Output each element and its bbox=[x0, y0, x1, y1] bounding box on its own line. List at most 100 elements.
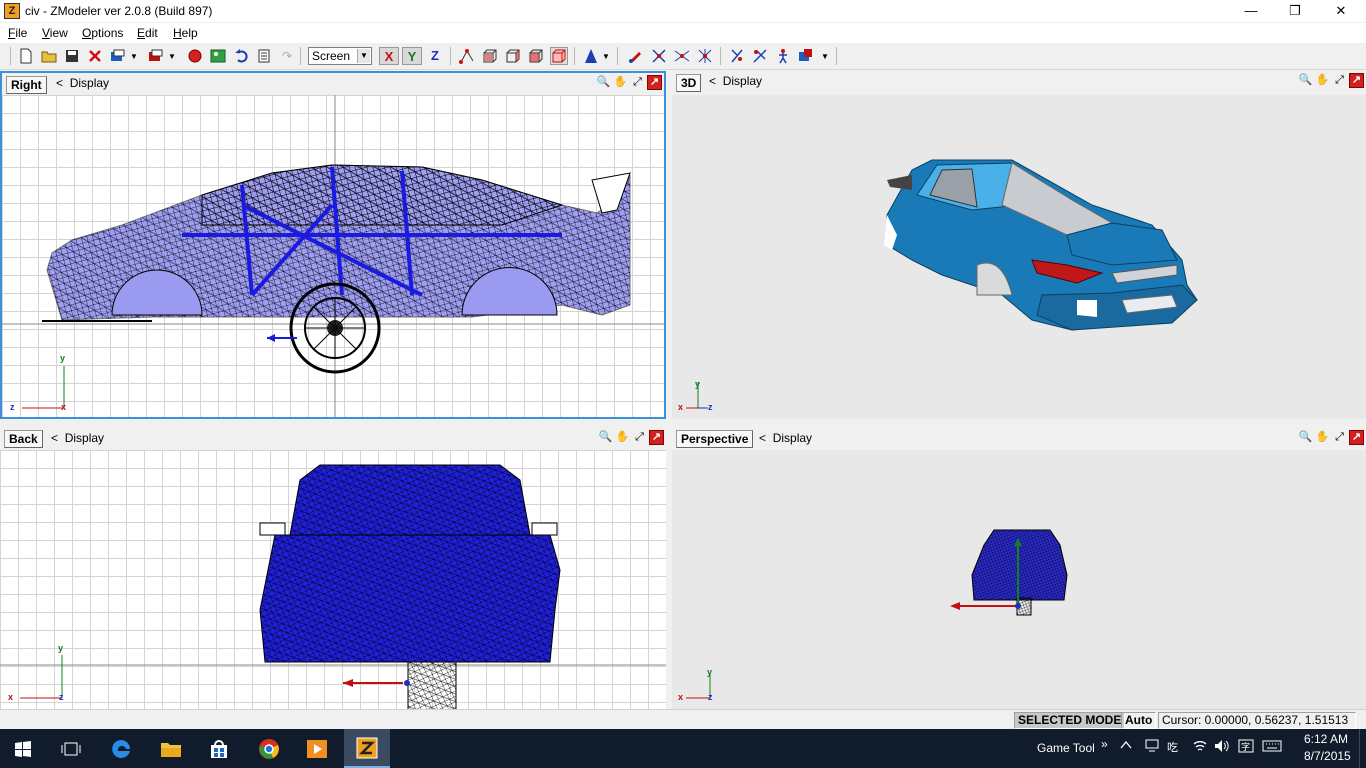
show-desktop-button[interactable] bbox=[1359, 729, 1366, 768]
zoom-icon[interactable]: 🔍 bbox=[598, 430, 613, 445]
viewport-canvas[interactable]: y z x bbox=[2, 95, 664, 417]
new-file-icon[interactable] bbox=[17, 47, 35, 65]
start-button[interactable] bbox=[0, 729, 46, 768]
file-explorer-icon[interactable] bbox=[148, 729, 194, 768]
selected-mode-indicator[interactable]: SELECTED MODE bbox=[1014, 712, 1126, 729]
store-icon[interactable] bbox=[196, 729, 242, 768]
keyboard-icon[interactable] bbox=[1262, 739, 1282, 756]
maximize-viewport-icon[interactable]: ↗ bbox=[1349, 430, 1364, 445]
zoom-extents-icon[interactable]: ⤢ bbox=[1332, 73, 1347, 88]
language-icon[interactable]: 字 bbox=[1238, 739, 1254, 756]
zoom-extents-icon[interactable]: ⤢ bbox=[1332, 430, 1347, 445]
select-cube-icon[interactable] bbox=[504, 47, 522, 65]
undo-icon[interactable] bbox=[232, 47, 250, 65]
pan-hand-icon[interactable]: ✋ bbox=[1315, 73, 1330, 88]
ime-icon[interactable]: 吃 bbox=[1167, 739, 1183, 756]
auto-indicator[interactable]: Auto bbox=[1121, 712, 1157, 729]
toolbar-chevron-icon[interactable]: » bbox=[1101, 737, 1108, 751]
viewport-canvas[interactable]: y z x bbox=[0, 450, 666, 709]
wifi-icon[interactable] bbox=[1192, 739, 1208, 756]
maximize-viewport-icon[interactable]: ↗ bbox=[1349, 73, 1364, 88]
zoom-extents-icon[interactable]: ⤢ bbox=[630, 75, 645, 90]
viewport-back[interactable]: Back < Display 🔍 ✋ ⤢ ↗ y z x bbox=[0, 425, 666, 709]
render-dropdown-icon[interactable]: ▼ bbox=[820, 47, 830, 65]
clock-time[interactable]: 6:12 AM bbox=[1304, 732, 1348, 746]
import-dropdown-icon[interactable]: ▼ bbox=[167, 47, 177, 65]
clock-date[interactable]: 8/7/2015 bbox=[1304, 749, 1351, 763]
menu-file[interactable]: File bbox=[8, 26, 27, 40]
zoom-icon[interactable]: 🔍 bbox=[596, 75, 611, 90]
view-label-right[interactable]: Right bbox=[6, 76, 47, 94]
viewport-3d[interactable]: 3D < Display 🔍 ✋ ⤢ ↗ y z x bbox=[672, 71, 1366, 419]
delete-icon[interactable] bbox=[86, 47, 104, 65]
menu-edit[interactable]: Edit bbox=[137, 26, 158, 40]
viewport-perspective[interactable]: Perspective < Display 🔍 ✋ ⤢ ↗ y z x bbox=[672, 425, 1366, 709]
edge-browser-icon[interactable] bbox=[98, 729, 144, 768]
record-icon[interactable] bbox=[186, 47, 204, 65]
maximize-viewport-icon[interactable]: ↗ bbox=[647, 75, 662, 90]
mode-select[interactable]: Screen ▼ bbox=[308, 47, 372, 65]
zmodeler-app-icon[interactable]: Z bbox=[4, 3, 20, 19]
zoom-extents-icon[interactable]: ⤢ bbox=[632, 430, 647, 445]
display-menu[interactable]: < Display bbox=[51, 431, 104, 445]
axis-z-toggle[interactable]: Z bbox=[425, 47, 445, 65]
chrome-icon[interactable] bbox=[246, 729, 292, 768]
viewport-canvas[interactable]: y z x bbox=[672, 450, 1366, 709]
zoom-icon[interactable]: 🔍 bbox=[1298, 430, 1313, 445]
light-icon[interactable] bbox=[728, 47, 746, 65]
window-title: civ - ZModeler ver 2.0.8 (Build 897) bbox=[25, 4, 213, 18]
minimize-button[interactable]: — bbox=[1228, 0, 1274, 22]
restore-button[interactable]: ❐ bbox=[1272, 0, 1318, 22]
weld-icon[interactable] bbox=[673, 47, 691, 65]
export-dropdown-icon[interactable]: ▼ bbox=[129, 47, 139, 65]
viewport-tools: 🔍 ✋ ⤢ ↗ bbox=[1296, 73, 1364, 89]
redo-icon[interactable]: ↷ bbox=[278, 47, 296, 65]
menu-options[interactable]: Options bbox=[82, 26, 123, 40]
view-label-3d[interactable]: 3D bbox=[676, 74, 702, 92]
pan-hand-icon[interactable]: ✋ bbox=[613, 75, 628, 90]
figure-icon[interactable] bbox=[774, 47, 792, 65]
mirror-icon[interactable] bbox=[582, 47, 600, 65]
view-label-perspective[interactable]: Perspective bbox=[676, 430, 754, 448]
pan-hand-icon[interactable]: ✋ bbox=[615, 430, 630, 445]
select-group-icon[interactable] bbox=[550, 47, 568, 65]
volume-icon[interactable] bbox=[1214, 739, 1230, 756]
zmodeler-taskbar-icon[interactable] bbox=[344, 729, 390, 768]
paint-icon[interactable] bbox=[627, 47, 645, 65]
zoom-icon[interactable]: 🔍 bbox=[1298, 73, 1313, 88]
open-folder-icon[interactable] bbox=[40, 47, 58, 65]
menu-view[interactable]: View bbox=[42, 26, 68, 40]
network-adapter-icon[interactable] bbox=[1144, 739, 1160, 756]
align-icon[interactable] bbox=[696, 47, 714, 65]
show-hidden-icons-icon[interactable] bbox=[1120, 739, 1132, 753]
display-menu[interactable]: < Display bbox=[56, 76, 109, 90]
display-menu[interactable]: < Display bbox=[709, 74, 762, 88]
maximize-viewport-icon[interactable]: ↗ bbox=[649, 430, 664, 445]
media-player-icon[interactable] bbox=[294, 729, 340, 768]
close-button[interactable]: ✕ bbox=[1318, 0, 1364, 22]
import-icon[interactable] bbox=[147, 47, 165, 65]
viewport-header: 3D < Display 🔍 ✋ ⤢ ↗ bbox=[672, 71, 1366, 96]
display-menu[interactable]: < Display bbox=[759, 431, 812, 445]
export-icon[interactable] bbox=[109, 47, 127, 65]
mirror-dropdown-icon[interactable]: ▼ bbox=[601, 47, 611, 65]
image-icon[interactable] bbox=[209, 47, 227, 65]
viewport-right[interactable]: Right < Display 🔍 ✋ ⤢ ↗ y z x bbox=[0, 71, 666, 419]
task-view-icon[interactable] bbox=[48, 729, 94, 768]
notes-icon[interactable] bbox=[255, 47, 273, 65]
axis-x-toggle[interactable]: X bbox=[379, 47, 399, 65]
bone-icon[interactable] bbox=[751, 47, 769, 65]
viewport-canvas[interactable]: y z x bbox=[672, 95, 1366, 419]
menu-help[interactable]: Help bbox=[173, 26, 198, 40]
select-object-icon[interactable] bbox=[527, 47, 545, 65]
view-label-back[interactable]: Back bbox=[4, 430, 43, 448]
select-vertex-icon[interactable] bbox=[458, 47, 476, 65]
game-tool-toolbar[interactable]: Game Tool bbox=[1037, 741, 1095, 755]
render-icon[interactable] bbox=[797, 47, 815, 65]
pan-hand-icon[interactable]: ✋ bbox=[1315, 430, 1330, 445]
save-icon[interactable] bbox=[63, 47, 81, 65]
axis-y-toggle[interactable]: Y bbox=[402, 47, 422, 65]
select-box-icon[interactable] bbox=[481, 47, 499, 65]
svg-text:字: 字 bbox=[1241, 741, 1250, 753]
cut-icon[interactable] bbox=[650, 47, 668, 65]
